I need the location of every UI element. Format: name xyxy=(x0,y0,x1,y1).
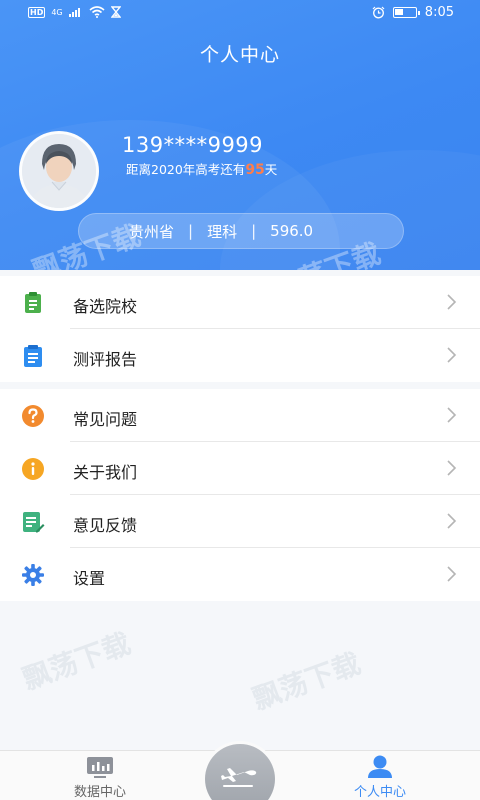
menu-label: 备选院校 xyxy=(73,297,138,316)
signal-icon xyxy=(68,8,80,17)
tab-label: 个人中心 xyxy=(353,785,406,800)
menu-item-settings[interactable]: 设置 xyxy=(0,548,480,601)
province-value: 贵州省 xyxy=(129,222,175,241)
gear-blue-icon xyxy=(22,564,44,586)
feedback-green-icon xyxy=(23,512,45,533)
user-phone: 139****9999 xyxy=(122,133,264,157)
chevron-right-icon xyxy=(447,294,457,310)
chevron-right-icon xyxy=(447,566,457,582)
status-time: 8:05 xyxy=(424,5,454,20)
menu-group-secondary: 常见问题 关于我们 意见反馈 设置 xyxy=(0,389,480,601)
info-orange-icon xyxy=(22,458,44,480)
menu-label: 关于我们 xyxy=(73,463,138,482)
chevron-right-icon xyxy=(447,460,457,476)
menu-item-about-us[interactable]: 关于我们 xyxy=(0,442,480,495)
airplane-icon xyxy=(221,768,257,787)
wifi-icon xyxy=(89,6,105,18)
menu-item-feedback[interactable]: 意见反馈 xyxy=(0,495,480,548)
person-icon xyxy=(368,755,392,778)
status-bar: HD 4G 8:05 xyxy=(0,0,480,26)
menu-item-candidate-schools[interactable]: 备选院校 xyxy=(0,276,480,329)
user-avatar-icon xyxy=(22,134,96,208)
network-type: 4G xyxy=(51,7,63,17)
exam-info-pill[interactable]: 贵州省 | 理科 | 596.0 xyxy=(78,213,404,249)
separator: | xyxy=(251,222,257,240)
data-center-icon xyxy=(87,757,113,778)
chevron-right-icon xyxy=(447,347,457,363)
chevron-right-icon xyxy=(447,407,457,423)
menu-item-faq[interactable]: 常见问题 xyxy=(0,389,480,442)
page-title: 个人中心 xyxy=(199,44,280,66)
battery-icon xyxy=(392,7,420,18)
countdown-days: 95 xyxy=(245,162,265,178)
menu-label: 测评报告 xyxy=(73,350,138,369)
watermark: 飘荡下载 xyxy=(18,626,135,697)
report-blue-icon xyxy=(24,345,42,367)
avatar[interactable] xyxy=(19,131,99,211)
score-value: 596.0 xyxy=(270,222,314,240)
tab-label: 数据中心 xyxy=(73,785,126,800)
subject-value: 理科 xyxy=(207,222,238,241)
profile-header: HD 4G 8:05 个人中心 139****9999 距离2020年高考还有9… xyxy=(0,0,480,270)
hourglass-icon xyxy=(110,6,121,18)
clipboard-green-icon xyxy=(25,292,41,313)
menu-item-assessment-report[interactable]: 测评报告 xyxy=(0,329,480,382)
separator: | xyxy=(188,222,194,240)
question-orange-icon xyxy=(22,405,44,427)
tab-personal-center[interactable]: 个人中心 xyxy=(320,751,440,800)
countdown-suffix: 天 xyxy=(264,162,278,177)
countdown-prefix: 距离2020年高考还有 xyxy=(126,162,246,177)
hd-badge: HD xyxy=(28,6,46,18)
menu-label: 常见问题 xyxy=(73,410,138,429)
watermark: 飘荡下载 xyxy=(248,646,365,717)
menu-label: 意见反馈 xyxy=(73,516,138,535)
exam-countdown: 距离2020年高考还有95天 xyxy=(126,159,277,178)
menu-label: 设置 xyxy=(73,569,106,588)
tab-data-center[interactable]: 数据中心 xyxy=(40,751,160,800)
chevron-right-icon xyxy=(447,513,457,529)
menu-group-primary: 备选院校 测评报告 xyxy=(0,276,480,382)
alarm-icon xyxy=(372,6,385,19)
